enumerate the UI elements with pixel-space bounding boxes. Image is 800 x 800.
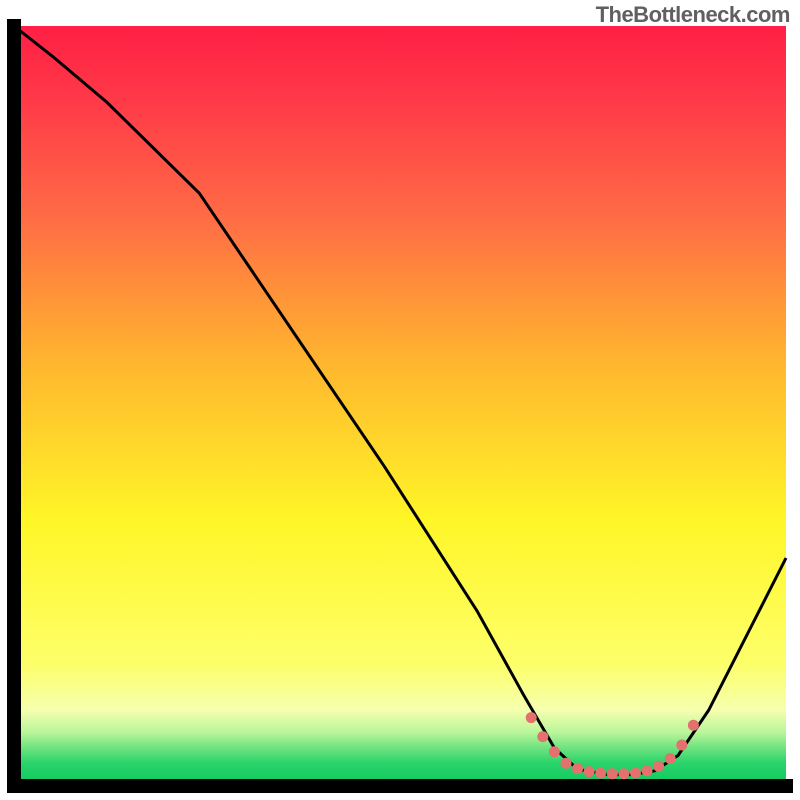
marker-dot xyxy=(607,768,618,779)
marker-dot xyxy=(561,758,572,769)
marker-dot xyxy=(676,740,687,751)
marker-dot xyxy=(618,768,629,779)
marker-dot xyxy=(537,731,548,742)
chart-canvas: TheBottleneck.com xyxy=(0,0,800,800)
watermark-text: TheBottleneck.com xyxy=(596,2,790,28)
plot-background xyxy=(14,26,786,786)
marker-dot xyxy=(572,763,583,774)
marker-dot xyxy=(642,765,653,776)
chart-plot xyxy=(0,0,800,800)
marker-dot xyxy=(595,768,606,779)
marker-dot xyxy=(526,712,537,723)
marker-dot xyxy=(630,768,641,779)
marker-dot xyxy=(665,753,676,764)
marker-dot xyxy=(653,761,664,772)
marker-dot xyxy=(688,720,699,731)
marker-dot xyxy=(584,766,595,777)
marker-dot xyxy=(549,746,560,757)
